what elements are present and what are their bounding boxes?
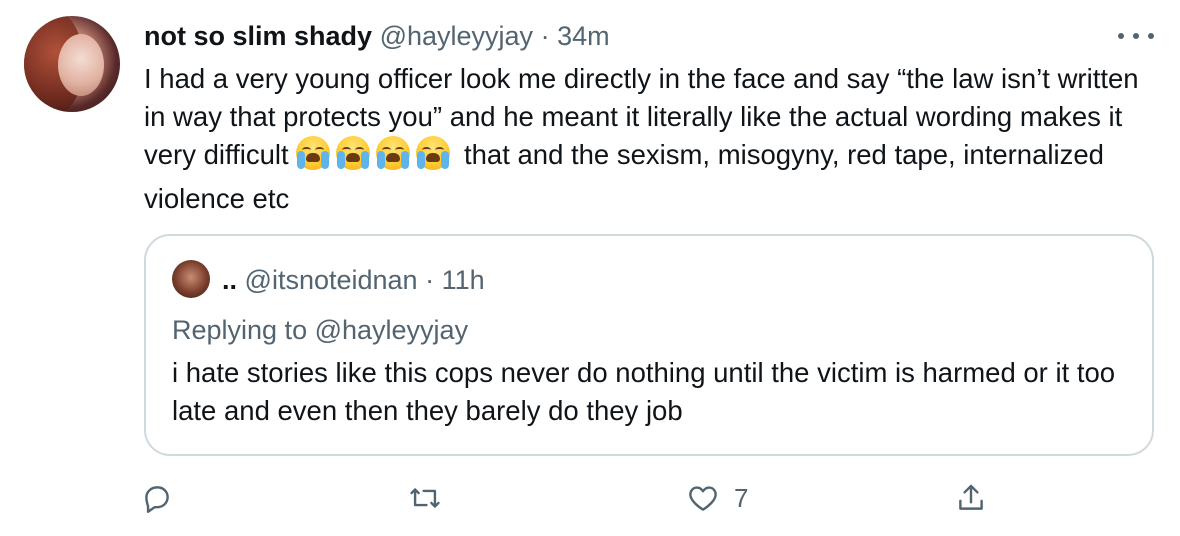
more-dot xyxy=(1148,33,1154,39)
loudly-crying-face-icon xyxy=(296,136,331,170)
replying-prefix: Replying to xyxy=(172,315,315,345)
tweet-header: not so slim shady @hayleyyjay · 34m xyxy=(144,18,610,58)
quoted-tweet[interactable]: .. @itsnoteidnan · 11h Replying to @hayl… xyxy=(144,234,1154,456)
quoted-timestamp[interactable]: 11h xyxy=(442,265,485,295)
retweet-icon xyxy=(410,488,440,508)
quoted-text: i hate stories like this cops never do n… xyxy=(172,357,1116,426)
replying-to: Replying to @hayleyyjay xyxy=(172,312,468,348)
author-display-name[interactable]: not so slim shady xyxy=(144,21,372,51)
share-upload-icon xyxy=(959,484,983,510)
quoted-avatar[interactable] xyxy=(172,260,210,298)
heart-icon xyxy=(689,486,717,511)
quoted-display-name[interactable]: .. xyxy=(222,265,237,295)
author-handle[interactable]: @hayleyyjay xyxy=(380,21,533,51)
loudly-crying-face-icon xyxy=(376,136,411,170)
like-button[interactable]: 7 xyxy=(686,478,748,518)
more-dot xyxy=(1118,33,1124,39)
tweet-timestamp[interactable]: 34m xyxy=(557,21,610,51)
quoted-separator: · xyxy=(425,265,435,295)
speech-bubble-icon xyxy=(145,486,169,513)
more-options-icon[interactable] xyxy=(1118,22,1154,50)
header-separator: · xyxy=(540,21,550,51)
avatar-face xyxy=(58,34,104,96)
reply-button[interactable] xyxy=(140,478,174,518)
retweet-button[interactable] xyxy=(408,478,442,518)
replying-handle[interactable]: @hayleyyjay xyxy=(315,315,468,345)
quoted-header: .. @itsnoteidnan · 11h xyxy=(222,262,485,298)
tweet[interactable]: not so slim shady @hayleyyjay · 34m I ha… xyxy=(0,0,1180,536)
quoted-handle[interactable]: @itsnoteidnan xyxy=(245,265,418,295)
share-button[interactable] xyxy=(954,478,988,518)
more-dot xyxy=(1133,33,1139,39)
tweet-text: I had a very young officer look me direc… xyxy=(144,60,1154,218)
like-count: 7 xyxy=(734,482,749,513)
loudly-crying-face-icon xyxy=(336,136,371,170)
action-bar: 7 xyxy=(0,478,1180,518)
loudly-crying-face-icon xyxy=(416,136,451,170)
author-avatar[interactable] xyxy=(24,16,120,112)
emoji-group xyxy=(296,136,456,180)
